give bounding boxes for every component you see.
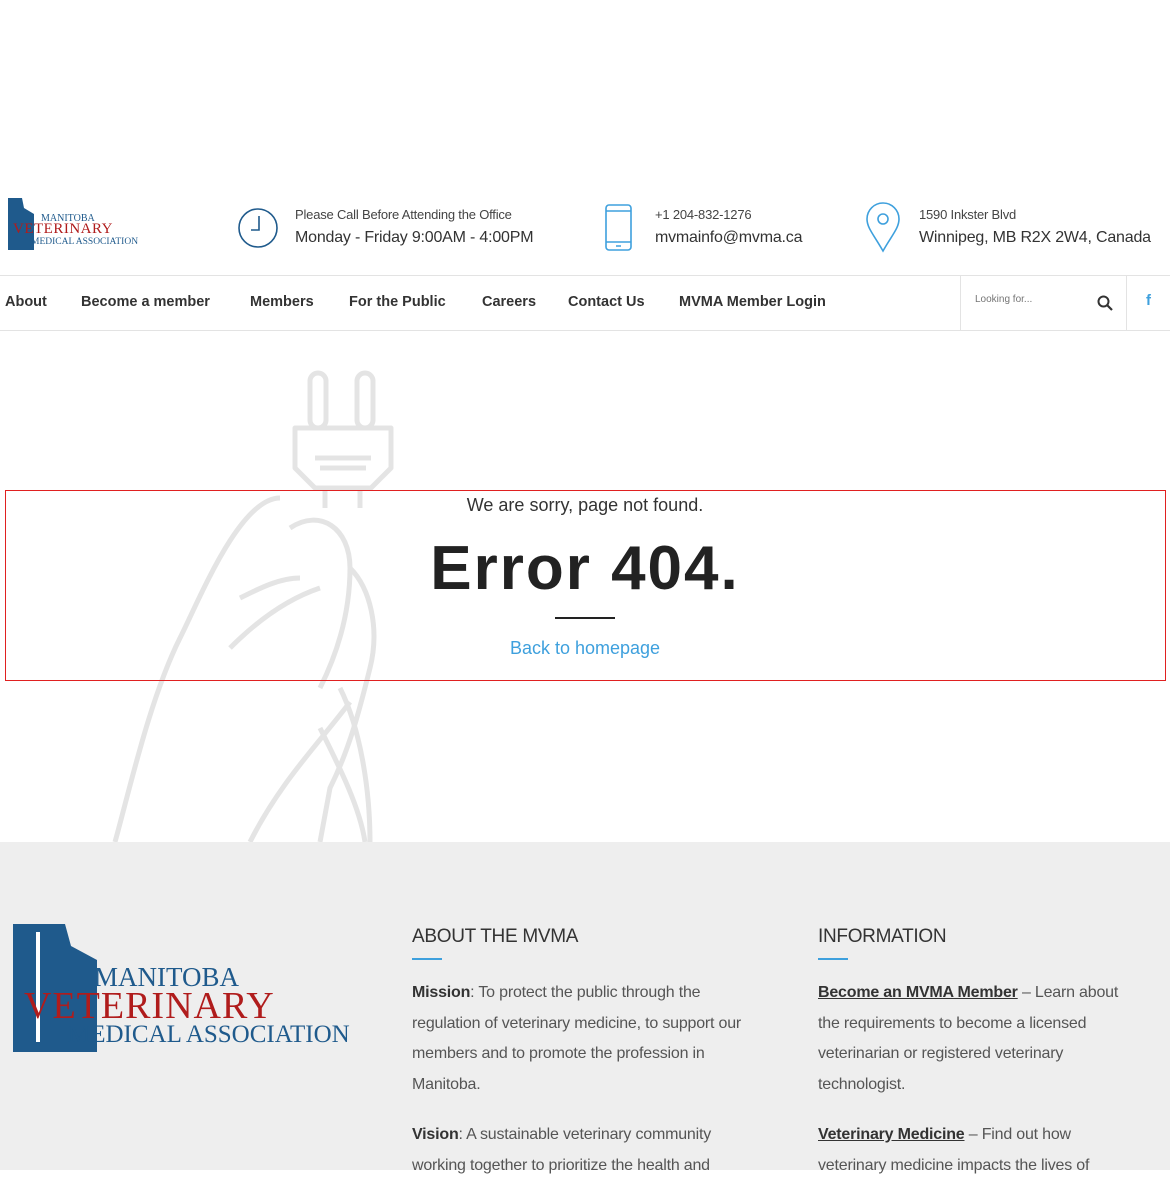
facebook-icon[interactable]: f (1146, 292, 1151, 309)
search-input[interactable] (975, 294, 1085, 305)
city: Winnipeg, MB R2X 2W4, Canada (919, 229, 1151, 246)
street: 1590 Inkster Blvd (919, 207, 1017, 222)
info-item: Veterinary Medicine – Find out how veter… (818, 1120, 1143, 1181)
nav-member-login[interactable]: MVMA Member Login (679, 294, 826, 310)
main-nav: About Become a member Members For the Pu… (0, 275, 1170, 331)
footer-logo[interactable]: MANITOBA VETERINARY MEDICAL ASSOCIATION (10, 922, 350, 1057)
nav-careers[interactable]: Careers (482, 294, 536, 310)
error-title: Error 404. (430, 534, 740, 603)
nav-members[interactable]: Members (250, 294, 314, 310)
logo-line3: MEDICAL ASSOCIATION (31, 237, 139, 247)
hours-label: Please Call Before Attending the Office (295, 207, 512, 222)
error-message: We are sorry, page not found. (466, 495, 704, 515)
hours: Monday - Friday 9:00AM - 4:00PM (295, 229, 534, 246)
nav-contact-us[interactable]: Contact Us (568, 294, 645, 310)
vision-text: Vision: A sustainable veterinary communi… (412, 1120, 767, 1181)
clock-icon (238, 208, 278, 248)
mission-label: Mission (412, 984, 471, 1001)
location-pin-icon (866, 202, 900, 253)
vision-label: Vision (412, 1126, 459, 1143)
footer-logo-line3: MEDICAL ASSOCIATION (68, 1021, 350, 1048)
divider (555, 617, 615, 619)
phone-icon (605, 204, 632, 251)
mission-text: Mission: To protect the public through t… (412, 978, 767, 1100)
veterinary-medicine-link[interactable]: Veterinary Medicine (818, 1126, 965, 1143)
logo-line2: VETERINARY (13, 221, 113, 237)
back-to-homepage-link[interactable]: Back to homepage (0, 638, 1170, 659)
nav-about[interactable]: About (5, 294, 47, 310)
heading-underline (412, 958, 442, 960)
logo[interactable]: MANITOBA VETERINARY MEDICAL ASSOCIATION (7, 197, 152, 253)
search-icon[interactable] (1097, 295, 1113, 311)
heading-underline (818, 958, 848, 960)
become-member-link[interactable]: Become an MVMA Member (818, 984, 1018, 1001)
footer: MANITOBA VETERINARY MEDICAL ASSOCIATION … (0, 842, 1170, 1174)
search-box (960, 276, 1127, 330)
email[interactable]: mvmainfo@mvma.ca (655, 229, 802, 247)
about-heading: ABOUT THE MVMA (412, 926, 579, 947)
info-item: Become an MVMA Member – Learn about the … (818, 978, 1143, 1100)
phone[interactable]: +1 204-832-1276 (655, 207, 752, 222)
nav-for-the-public[interactable]: For the Public (349, 294, 446, 310)
information-heading: INFORMATION (818, 926, 947, 947)
nav-become-member[interactable]: Become a member (81, 294, 210, 310)
